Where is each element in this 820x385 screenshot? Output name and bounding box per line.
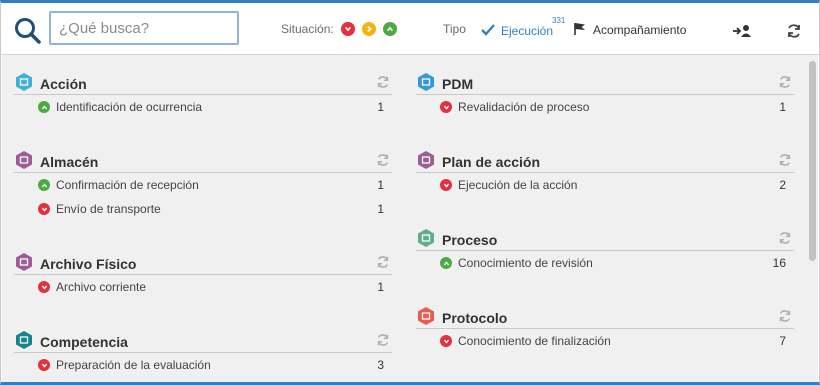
filter-on-time-icon[interactable]: [382, 22, 397, 36]
refresh-icon[interactable]: [778, 309, 792, 323]
group-archivo-fisico: Archivo Físico Archivo corriente 1: [14, 251, 392, 299]
group-title: PDM: [442, 76, 474, 92]
task-count: 1: [779, 100, 786, 114]
flag-icon: [573, 22, 587, 38]
protocol-icon: [418, 307, 434, 325]
check-icon: [481, 24, 495, 39]
task-row[interactable]: Identificación de ocurrencia 1: [14, 95, 392, 119]
group-title: Competencia: [40, 334, 128, 350]
refresh-icon[interactable]: [778, 75, 792, 89]
delegate-user-icon[interactable]: [731, 23, 753, 39]
task-name: Archivo corriente: [56, 280, 147, 294]
group-title: Almacén: [40, 154, 99, 170]
task-count: 1: [377, 178, 384, 192]
group-competencia: Competencia Preparación de la evaluación 3: [14, 329, 392, 377]
refresh-icon[interactable]: [376, 75, 390, 89]
refresh-icon[interactable]: [376, 153, 390, 167]
task-name: Confirmación de recepción: [56, 178, 199, 192]
app-window: Situación: Tipo Ejecución 331 Acompañami: [0, 0, 820, 385]
filter-near-due-icon[interactable]: [361, 22, 376, 36]
toolbar: Situación: Tipo Ejecución 331 Acompañami: [1, 3, 819, 57]
task-row[interactable]: Preparación de la evaluación 3: [14, 353, 392, 377]
situation-filter: Situación:: [281, 22, 397, 36]
group-header: Plan de acción: [416, 149, 794, 173]
task-count: 1: [377, 100, 384, 114]
on-time-icon: [440, 257, 452, 269]
group-header: Acción: [14, 71, 392, 95]
tab-label: Acompañamiento: [593, 23, 687, 37]
task-row[interactable]: Revalidación de proceso 1: [416, 95, 794, 119]
group-header: Competencia: [14, 329, 392, 353]
late-icon: [440, 335, 452, 347]
task-count: 1: [377, 202, 384, 216]
task-row[interactable]: Ejecución de la acción 2: [416, 173, 794, 197]
task-row[interactable]: Conocimiento de revisión 16: [416, 251, 794, 275]
group-title: Archivo Físico: [40, 256, 137, 272]
competence-icon: [16, 331, 32, 349]
search-icon[interactable]: [13, 16, 43, 46]
late-icon: [440, 101, 452, 113]
late-icon: [38, 281, 50, 293]
lightning-icon: [16, 73, 32, 91]
task-name: Preparación de la evaluación: [56, 358, 211, 372]
pdm-icon: [418, 73, 434, 91]
task-count: 2: [779, 178, 786, 192]
archive-icon: [16, 253, 32, 271]
group-header: PDM: [416, 71, 794, 95]
tab-ejecucion[interactable]: Ejecución 331: [475, 13, 565, 57]
search-input[interactable]: [49, 11, 239, 45]
group-almacen: Almacén Confirmación de recepción 1 Envío d…: [14, 149, 392, 221]
group-pdm: PDM Revalidación de proceso 1: [416, 71, 794, 119]
scrollbar[interactable]: [809, 61, 816, 261]
refresh-icon[interactable]: [783, 23, 805, 39]
refresh-icon[interactable]: [376, 255, 390, 269]
task-name: Conocimiento de finalización: [458, 334, 611, 348]
group-proceso: Proceso Conocimiento de revisión 16: [416, 227, 794, 275]
tab-label: Ejecución: [501, 24, 554, 38]
task-name: Conocimiento de revisión: [458, 256, 593, 270]
task-count: 7: [779, 334, 786, 348]
task-count: 16: [772, 256, 786, 270]
tasks-panel: Acción Identificación de ocurrencia 1 Alma…: [2, 55, 818, 382]
group-header: Archivo Físico: [14, 251, 392, 275]
task-row[interactable]: Confirmación de recepción 1: [14, 173, 392, 197]
task-row[interactable]: Archivo corriente 1: [14, 275, 392, 299]
situation-label: Situación:: [281, 22, 334, 36]
task-name: Envío de transporte: [56, 202, 161, 216]
group-title: Acción: [40, 76, 87, 92]
late-icon: [38, 203, 50, 215]
tab-acompanamiento[interactable]: Acompañamiento: [573, 22, 686, 38]
task-row[interactable]: Envío de transporte 1: [14, 197, 392, 221]
group-header: Proceso: [416, 227, 794, 251]
warehouse-icon: [16, 151, 32, 169]
group-title: Proceso: [442, 232, 498, 248]
tab-count-badge: 331: [552, 16, 566, 25]
task-name: Ejecución de la acción: [458, 178, 578, 192]
group-title: Protocolo: [442, 310, 508, 326]
group-accion: Acción Identificación de ocurrencia 1: [14, 71, 392, 119]
action-plan-icon: [418, 151, 434, 169]
task-name: Revalidación de proceso: [458, 100, 590, 114]
filter-late-icon[interactable]: [340, 22, 355, 36]
task-count: 1: [377, 280, 384, 294]
group-protocolo: Protocolo Conocimiento de finalización 7: [416, 305, 794, 353]
task-count: 3: [377, 358, 384, 372]
process-icon: [418, 229, 434, 247]
refresh-icon[interactable]: [778, 153, 792, 167]
group-header: Protocolo: [416, 305, 794, 329]
refresh-icon[interactable]: [778, 231, 792, 245]
task-name: Identificación de ocurrencia: [56, 100, 203, 114]
group-title: Plan de acción: [442, 154, 541, 170]
refresh-icon[interactable]: [376, 333, 390, 347]
task-row[interactable]: Conocimiento de finalización 7: [416, 329, 794, 353]
type-label: Tipo: [443, 22, 466, 36]
late-icon: [440, 179, 452, 191]
on-time-icon: [38, 179, 50, 191]
on-time-icon: [38, 101, 50, 113]
group-plan-de-accion: Plan de acción Ejecución de la acción 2: [416, 149, 794, 197]
late-icon: [38, 359, 50, 371]
group-header: Almacén: [14, 149, 392, 173]
